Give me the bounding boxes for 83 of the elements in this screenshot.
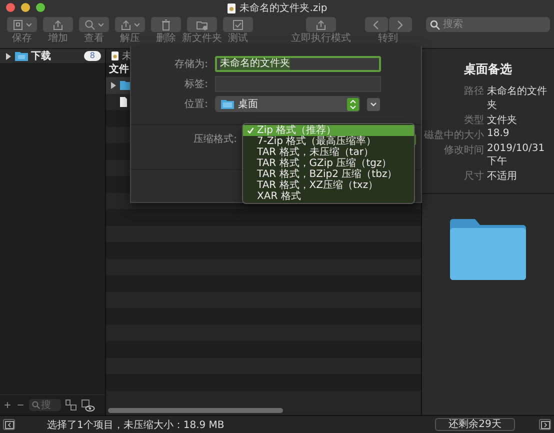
folder-icon bbox=[15, 51, 28, 61]
info-value: 文件夹 bbox=[487, 114, 518, 127]
toolbar-button[interactable] bbox=[306, 17, 336, 32]
file-icon bbox=[120, 96, 127, 107]
search-icon bbox=[430, 20, 440, 30]
search-icon bbox=[32, 401, 40, 409]
checkbox-icon bbox=[232, 18, 244, 30]
toolbar-label: 保存 bbox=[12, 33, 32, 45]
back-button[interactable] bbox=[364, 17, 388, 32]
count-badge: 8 bbox=[84, 51, 101, 61]
chevron-left-icon bbox=[373, 20, 379, 30]
folder-icon bbox=[448, 218, 528, 280]
toolbar-label: 立即执行模式 bbox=[291, 33, 351, 45]
folder-plus-icon bbox=[196, 18, 208, 30]
remove-button[interactable]: − bbox=[16, 399, 26, 411]
toolbar-button[interactable] bbox=[151, 17, 181, 32]
menu-item[interactable]: XAR 格式 bbox=[243, 191, 414, 202]
toolbar-button[interactable] bbox=[7, 17, 37, 32]
sidebar-toggle-button[interactable] bbox=[3, 419, 15, 430]
caret-icon bbox=[134, 22, 140, 26]
toolbar-label: 新文件夹 bbox=[182, 33, 222, 45]
toolbar-label: 增加 bbox=[48, 33, 68, 45]
menu-item[interactable]: TAR 格式，XZ压缩（txz） bbox=[243, 180, 414, 191]
toolbar-button[interactable] bbox=[223, 17, 253, 32]
folder-icon bbox=[221, 99, 234, 109]
toolbar-label: 查看 bbox=[84, 33, 104, 45]
document-icon bbox=[111, 51, 119, 61]
window-title: 未命名的文件夹.zip bbox=[240, 2, 328, 15]
document-icon bbox=[226, 2, 236, 14]
info-value: 18.9 bbox=[487, 128, 510, 141]
layout-icon bbox=[65, 399, 78, 411]
info-value: 不适用 bbox=[487, 170, 518, 183]
location-popup[interactable]: 桌面 bbox=[215, 96, 360, 112]
name-field[interactable]: 未命名的文件夹 bbox=[215, 56, 381, 72]
menu-item[interactable]: TAR 格式，GZip 压缩（tgz） bbox=[243, 158, 414, 169]
add-button[interactable]: + bbox=[3, 399, 12, 411]
field-label: 位置: bbox=[184, 98, 208, 111]
chevron-down-icon bbox=[370, 102, 377, 106]
trial-button[interactable]: 还剩余29天 bbox=[435, 418, 515, 431]
panel-left-icon bbox=[4, 420, 14, 428]
field-label: 存储为: bbox=[174, 58, 208, 71]
sidebar-item[interactable]: 下载 8 bbox=[0, 49, 105, 63]
trash-icon bbox=[160, 18, 172, 30]
caret-icon bbox=[26, 22, 32, 26]
toolbar-button[interactable] bbox=[115, 17, 145, 32]
menu-item[interactable]: TAR 格式，BZip2 压缩（tbz） bbox=[243, 169, 414, 180]
upload-icon bbox=[315, 18, 327, 30]
search-field[interactable]: 搜 bbox=[29, 399, 62, 411]
info-label: 尺寸 bbox=[463, 170, 484, 183]
field-label: 标签: bbox=[184, 78, 208, 91]
info-value: 2019/10/31 下午 bbox=[487, 143, 546, 168]
panel-toggle-button[interactable] bbox=[539, 419, 551, 430]
menu-item[interactable]: 7-Zip 格式（最高压缩率） bbox=[243, 136, 414, 147]
toolbar-button[interactable] bbox=[187, 17, 217, 32]
toolbar-button[interactable] bbox=[79, 17, 109, 32]
toolbar-label: 测试 bbox=[228, 33, 248, 45]
stepper-icon bbox=[347, 98, 359, 110]
upload-icon bbox=[120, 18, 132, 30]
scrollbar-thumb[interactable] bbox=[108, 408, 283, 413]
toolbar-label: 解压 bbox=[120, 33, 140, 45]
info-value: 未命名的文件夹 bbox=[487, 84, 548, 112]
info-title: 桌面备选 bbox=[463, 61, 513, 78]
caret-icon bbox=[98, 22, 104, 26]
chevron-right-icon bbox=[397, 20, 403, 30]
upload-icon bbox=[52, 18, 64, 30]
toolbar-button[interactable] bbox=[43, 17, 73, 32]
search-field[interactable]: 搜索 bbox=[426, 17, 550, 32]
status-text: 选择了1个项目，未压缩大小：18.9 MB bbox=[47, 418, 226, 432]
info-label: 磁盘中的大小 bbox=[424, 128, 484, 142]
menu-item[interactable]: TAR 格式，未压缩（tar） bbox=[243, 147, 414, 158]
expand-button[interactable] bbox=[367, 98, 380, 110]
panel-right-icon bbox=[540, 420, 550, 428]
archive-icon bbox=[12, 18, 24, 30]
field-label: 压缩格式: bbox=[192, 132, 237, 146]
checkmark-icon bbox=[247, 127, 254, 134]
toolbar-label: 转到 bbox=[378, 33, 398, 45]
toolbar-label: 删除 bbox=[156, 33, 176, 45]
forward-button[interactable] bbox=[388, 17, 412, 32]
info-label: 类型 bbox=[463, 114, 484, 127]
info-label: 路径 bbox=[463, 85, 484, 99]
eye-icon bbox=[81, 398, 96, 412]
info-label: 修改时间 bbox=[443, 144, 484, 158]
magnifier-icon bbox=[84, 18, 96, 30]
